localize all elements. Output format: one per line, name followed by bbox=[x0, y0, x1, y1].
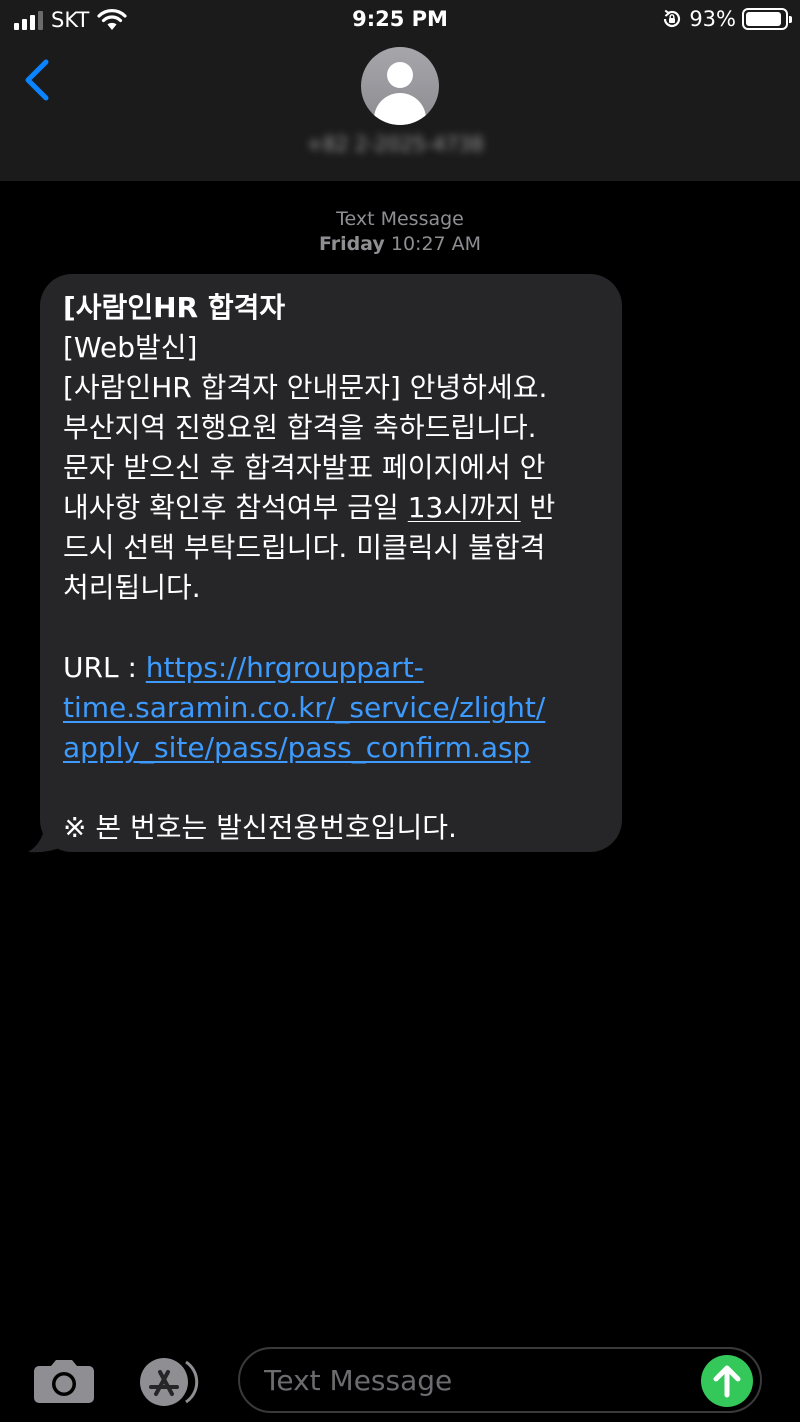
message-timestamp: Text Message Friday 10:27 AM bbox=[0, 207, 800, 257]
timestamp-day: Friday bbox=[318, 233, 385, 255]
message-title: [사람인HR 합격자 bbox=[63, 291, 286, 324]
input-bar bbox=[0, 1331, 800, 1422]
url-link[interactable]: apply_site/pass/pass_confirm.asp bbox=[63, 731, 530, 764]
battery-percentage: 93% bbox=[689, 7, 736, 31]
message-line: 부산지역 진행요원 합격을 축하드립니다. bbox=[63, 411, 537, 444]
timestamp-time: 10:27 AM bbox=[390, 233, 482, 255]
message-line: 문자 받으신 후 합격자발표 페이지에서 안 bbox=[63, 451, 546, 484]
send-button[interactable] bbox=[701, 1355, 753, 1407]
message-line: 드시 선택 부탁드립니다. 미클릭시 불합격 bbox=[63, 531, 546, 564]
url-link[interactable]: https://hrgrouppart- bbox=[146, 651, 424, 684]
message-line: [사람인HR 합격자 안내문자] 안녕하세요. bbox=[63, 371, 548, 404]
contact-name[interactable]: +82 2-2025-4738 bbox=[270, 132, 520, 162]
battery-icon bbox=[742, 8, 792, 30]
message-bubble[interactable]: [사람인HR 합격자 [Web발신] [사람인HR 합격자 안내문자] 안녕하세… bbox=[40, 274, 622, 852]
timestamp-datetime: Friday 10:27 AM bbox=[0, 232, 800, 257]
person-icon[interactable] bbox=[361, 47, 439, 125]
status-bar: SKT 9:25 PM 93% bbox=[0, 0, 800, 40]
conversation-header: +82 2-2025-4738 bbox=[0, 40, 800, 181]
message-line: 내사항 확인후 참석여부 금일 13시까지 반 bbox=[63, 491, 556, 524]
rotation-lock-icon bbox=[664, 9, 681, 28]
deadline-time-link[interactable]: 13시까지 bbox=[408, 491, 521, 524]
message-notice: ※ 본 번호는 발신전용번호입니다. bbox=[63, 811, 457, 844]
url-link[interactable]: time.saramin.co.kr/_service/zlight/ bbox=[63, 691, 545, 724]
timestamp-label: Text Message bbox=[336, 208, 464, 230]
app-store-icon[interactable] bbox=[136, 1356, 204, 1408]
url-label: URL : bbox=[63, 651, 146, 684]
message-field bbox=[238, 1347, 762, 1413]
message-input[interactable] bbox=[264, 1349, 684, 1411]
message-thread[interactable]: Text Message Friday 10:27 AM [사람인HR 합격자 … bbox=[0, 181, 800, 1331]
message-line: 처리됩니다. bbox=[63, 571, 201, 604]
url-line: URL : https://hrgrouppart- bbox=[63, 648, 600, 688]
battery-fill bbox=[746, 12, 782, 26]
status-right: 93% bbox=[661, 7, 792, 31]
message-line: [Web발신] bbox=[63, 331, 198, 364]
arrow-up-icon bbox=[713, 1365, 741, 1398]
chevron-left-icon[interactable] bbox=[18, 58, 58, 102]
camera-icon[interactable] bbox=[33, 1358, 95, 1404]
